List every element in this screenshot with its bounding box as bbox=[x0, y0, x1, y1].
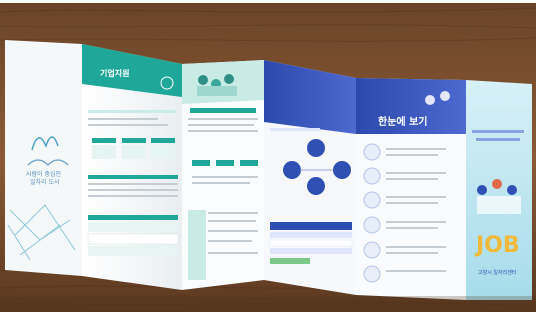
panel2-title: 기업지원 bbox=[100, 68, 129, 78]
panel-2: 기업지원 bbox=[82, 44, 182, 290]
panel5-title: 한눈에 보기 bbox=[378, 115, 427, 128]
panel-4 bbox=[264, 60, 356, 295]
panel-3 bbox=[182, 60, 264, 290]
cover-subtitle: 고양시 일자리센터 bbox=[478, 269, 516, 276]
panel-6-cover: JOB 고양시 일자리센터 bbox=[466, 80, 532, 300]
svg-text:일자리 도시: 일자리 도시 bbox=[30, 178, 60, 186]
panel-5: 한눈에 보기 bbox=[356, 78, 466, 300]
cover-job: JOB bbox=[474, 233, 520, 258]
photo-frame: 사람이 중심인 일자리 도시 기업지원 한눈에 보기 JOB 고양시 일자리센터 bbox=[0, 0, 536, 315]
panel-1: 사람이 중심인 일자리 도시 bbox=[5, 40, 82, 276]
brochure-photo: 사람이 중심인 일자리 도시 기업지원 한눈에 보기 JOB 고양시 일자리센터 bbox=[0, 0, 536, 315]
svg-text:사람이 중심인: 사람이 중심인 bbox=[26, 170, 61, 178]
